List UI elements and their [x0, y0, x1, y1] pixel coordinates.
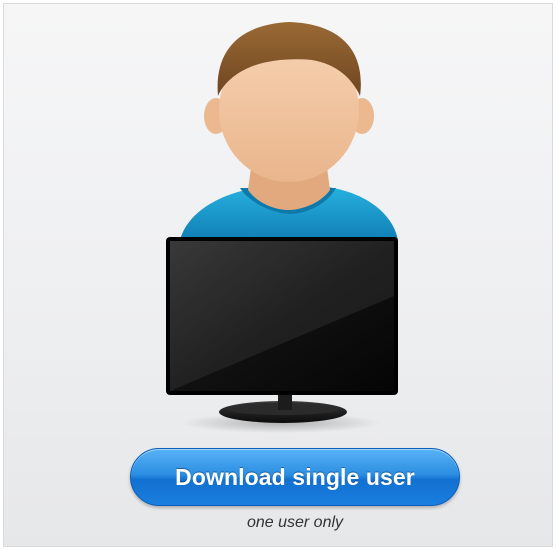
- download-single-user-button[interactable]: Download single user: [130, 448, 460, 506]
- user-avatar-icon: [180, 22, 398, 240]
- license-caption: one user only: [246, 514, 344, 531]
- desktop-monitor-icon: [166, 237, 398, 433]
- single-user-illustration: [166, 22, 398, 433]
- download-button-label: Download single user: [175, 463, 415, 490]
